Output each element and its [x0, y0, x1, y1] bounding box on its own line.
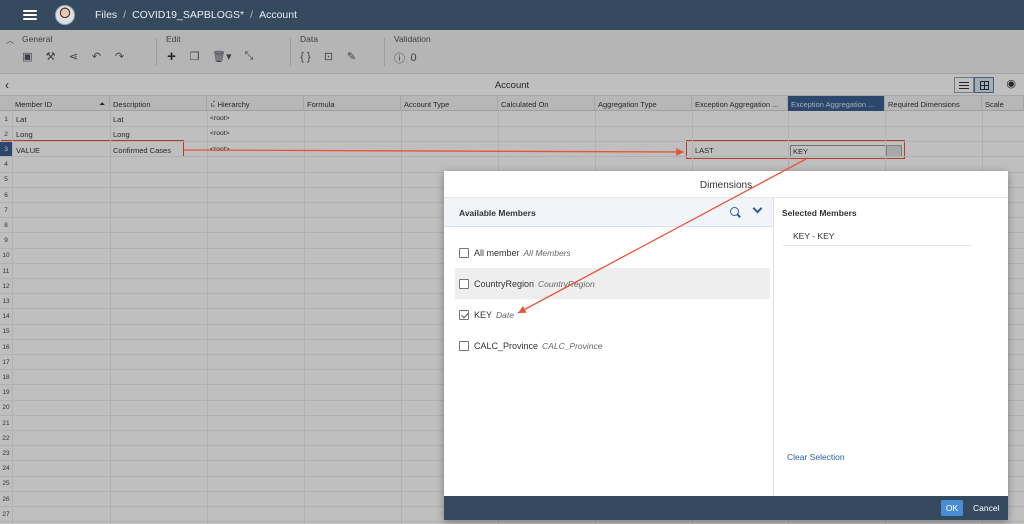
member-description: CountryRegion	[538, 278, 595, 289]
checkbox[interactable]	[459, 340, 469, 351]
search-icon[interactable]	[730, 207, 739, 216]
member-name: CountryRegion	[474, 278, 535, 289]
breadcrumb-model[interactable]: COVID19_SAPBLOGS*	[132, 9, 244, 21]
member-name: KEY	[474, 309, 493, 320]
member-item-countryregion[interactable]: CountryRegion CountryRegion	[455, 268, 770, 299]
checkbox[interactable]	[459, 278, 469, 289]
avatar[interactable]	[55, 5, 75, 25]
available-members-header: Available Members	[444, 198, 773, 227]
breadcrumb-files[interactable]: Files	[95, 9, 117, 21]
breadcrumb-separator: /	[123, 9, 127, 21]
selected-members-title: Selected Members	[782, 208, 857, 218]
cancel-button[interactable]: Cancel	[973, 503, 999, 513]
member-description: CALC_Province	[542, 340, 603, 351]
panel-divider	[773, 198, 774, 496]
checkbox[interactable]	[459, 247, 469, 258]
ok-button[interactable]: OK	[941, 500, 963, 516]
breadcrumb-current: Account	[259, 9, 298, 21]
breadcrumb: Files / COVID19_SAPBLOGS* / Account	[95, 9, 297, 21]
selected-member-item[interactable]: KEY - KEY	[783, 224, 971, 246]
member-name: All member	[474, 247, 520, 258]
menu-icon[interactable]	[23, 8, 37, 22]
available-members-title: Available Members	[459, 208, 536, 218]
member-item-all[interactable]: All member All Members	[455, 237, 770, 268]
checkbox-checked[interactable]	[459, 309, 469, 320]
member-description: All Members	[523, 247, 571, 258]
dialog-title: Dimensions	[444, 171, 1008, 198]
member-description: Date	[496, 309, 514, 320]
shell-bar: Files / COVID19_SAPBLOGS* / Account	[0, 0, 1024, 30]
breadcrumb-separator: /	[250, 9, 254, 21]
dialog-footer: OK Cancel	[444, 496, 1008, 520]
member-name: CALC_Province	[474, 340, 539, 351]
chevron-down-icon[interactable]	[752, 205, 762, 215]
member-item-key[interactable]: KEY Date	[455, 299, 770, 330]
member-item-calc-province[interactable]: CALC_Province CALC_Province	[455, 330, 770, 361]
dimensions-dialog: Dimensions Available Members All member …	[444, 171, 1008, 520]
clear-selection-link[interactable]: Clear Selection	[787, 452, 845, 462]
